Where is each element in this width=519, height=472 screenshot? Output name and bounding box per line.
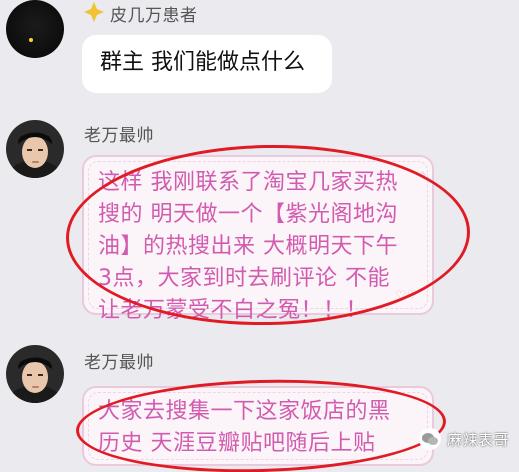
- chat-screen: 皮几万患者 群主 我们能做点什么 老万最帅 这样 我刚联系了淘宝几家买热 搜的 …: [0, 0, 519, 472]
- avatar-dot: [29, 38, 33, 42]
- person-avatar-icon: [6, 345, 64, 403]
- wechat-icon: [418, 428, 441, 450]
- star-badge-icon: [84, 2, 104, 22]
- sender-name[interactable]: 老万最帅: [84, 121, 154, 146]
- sender-name[interactable]: 老万最帅: [84, 348, 154, 373]
- sender-name[interactable]: 皮几万患者: [110, 1, 198, 26]
- avatar[interactable]: [6, 120, 64, 178]
- avatar[interactable]: [6, 345, 64, 403]
- watermark-text: 麻辣表哥: [446, 430, 509, 449]
- avatar[interactable]: [6, 0, 64, 58]
- message-bubble[interactable]: 群主 我们能做点什么: [82, 35, 332, 93]
- watermark: 麻辣表哥: [418, 428, 509, 450]
- person-avatar-icon: [6, 120, 64, 178]
